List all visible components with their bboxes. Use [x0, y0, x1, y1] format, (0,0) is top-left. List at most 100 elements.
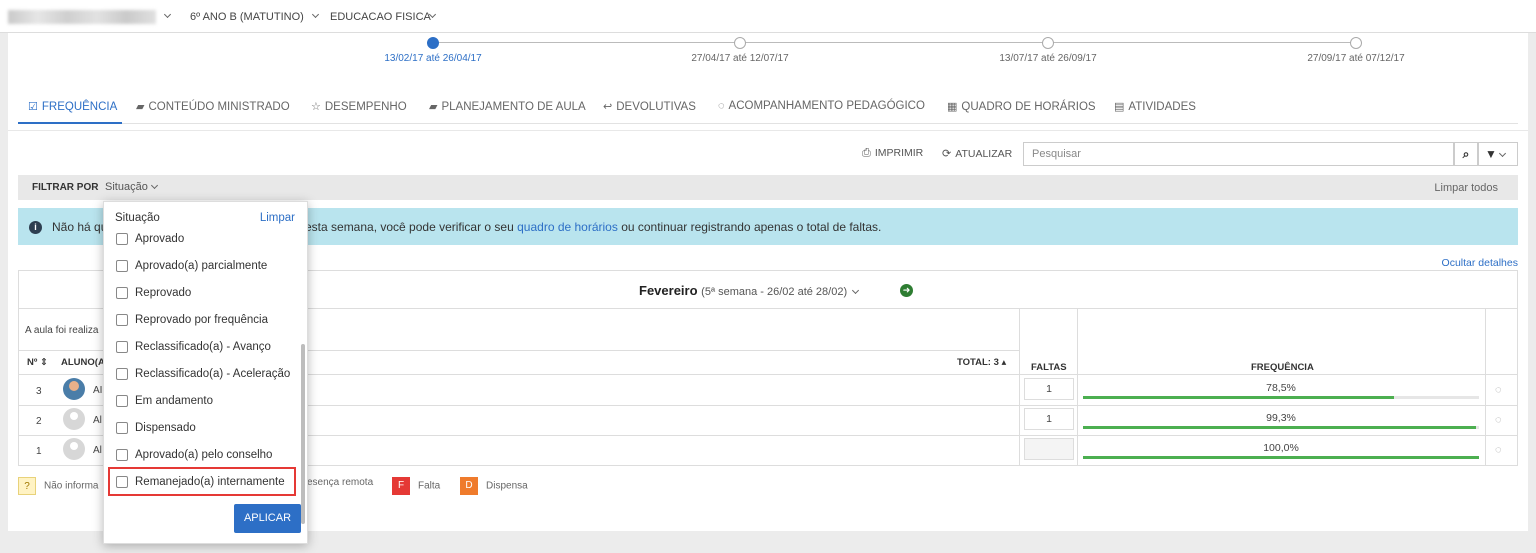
- month-selector[interactable]: Fevereiro (5ª semana - 26/02 até 28/02): [639, 283, 864, 298]
- sort-icon: ⇕: [39, 357, 48, 368]
- search-icon: ⌕: [1462, 147, 1470, 161]
- column-student[interactable]: ALUNO(A: [61, 357, 105, 368]
- frequency-value: 100,0%: [1263, 442, 1299, 454]
- print-button[interactable]: ⎙ IMPRIMIR: [862, 147, 923, 160]
- timeline-label-4[interactable]: 27/09/17 até 07/12/17: [1307, 53, 1404, 64]
- subject-select[interactable]: EDUCACAO FISICA: [330, 11, 431, 23]
- checkbox[interactable]: [116, 449, 128, 461]
- frequency-bar-fill: [1083, 396, 1394, 399]
- comment-icon[interactable]: ◌: [1495, 384, 1502, 396]
- option-label: Aprovado(a) pelo conselho: [135, 449, 273, 462]
- chevron-down-icon[interactable]: [163, 10, 172, 19]
- checkbox[interactable]: [116, 233, 128, 245]
- chevron-down-icon[interactable]: [311, 10, 320, 19]
- option-aprovado-parcialmente[interactable]: Aprovado(a) parcialmente: [116, 260, 267, 280]
- class-select[interactable]: 6º ANO B (MATUTINO): [190, 11, 304, 23]
- option-reprovado-frequencia[interactable]: Reprovado por frequência: [116, 314, 268, 334]
- tab-planejamento[interactable]: ▰ PLANEJAMENTO DE AULA: [429, 100, 586, 113]
- situation-filter-toggle[interactable]: Situação: [105, 181, 163, 193]
- tab-quadro-horarios[interactable]: ▦ QUADRO DE HORÁRIOS: [947, 100, 1096, 113]
- legend-remote: esença remota: [307, 477, 373, 488]
- column-frequencia: FREQUÊNCIA: [1251, 362, 1314, 373]
- search-button[interactable]: ⌕: [1454, 142, 1478, 166]
- checkbox[interactable]: [116, 422, 128, 434]
- legend-label: Falta: [418, 480, 441, 492]
- option-label: Aprovado(a) parcialmente: [135, 260, 268, 273]
- timeline-dot-2[interactable]: [734, 37, 746, 49]
- option-aprovado[interactable]: Aprovado: [116, 233, 184, 253]
- tab-conteudo-ministrado[interactable]: ▰ CONTEÚDO MINISTRADO: [136, 100, 290, 113]
- file-icon: ▤: [1114, 101, 1125, 113]
- option-dispensado[interactable]: Dispensado: [116, 422, 196, 442]
- student-name[interactable]: Al: [93, 415, 102, 426]
- student-name[interactable]: Al: [93, 445, 102, 456]
- absences-input[interactable]: 1: [1024, 378, 1074, 400]
- arrow-right-circle-icon[interactable]: ➜: [900, 284, 913, 297]
- comment-icon[interactable]: ◌: [1495, 414, 1502, 426]
- tab-atividades[interactable]: ▤ ATIVIDADES: [1114, 100, 1196, 113]
- timeline-label-3[interactable]: 13/07/17 até 26/09/17: [999, 53, 1096, 64]
- legend-label: esença remota: [307, 477, 374, 488]
- absences-input[interactable]: [1024, 438, 1074, 460]
- legend-not-informed: ? Não informa: [18, 477, 98, 495]
- timeline-dot-4[interactable]: [1350, 37, 1362, 49]
- book-icon: ▰: [136, 101, 145, 113]
- column-number[interactable]: Nº ⇕: [27, 357, 48, 368]
- schedule-link[interactable]: quadro de horários: [517, 220, 618, 234]
- filter-menu-button[interactable]: ▼: [1478, 142, 1518, 166]
- tab-desempenho[interactable]: ☆ DESEMPENHO: [311, 100, 407, 113]
- timeline-dot-1[interactable]: [427, 37, 439, 49]
- timeline-label-1[interactable]: 13/02/17 até 26/04/17: [384, 53, 481, 64]
- option-label: Reclassificado(a) - Aceleração: [135, 368, 291, 381]
- legend-exempt: D Dispensa: [460, 477, 528, 495]
- hide-details-link[interactable]: Ocultar detalhes: [1442, 257, 1518, 269]
- avatar: [63, 408, 85, 430]
- student-name[interactable]: AI: [93, 385, 102, 396]
- checkbox[interactable]: [116, 260, 128, 272]
- legend-label: Não informa: [44, 480, 99, 492]
- option-aprovado-conselho[interactable]: Aprovado(a) pelo conselho: [116, 449, 272, 469]
- frequency-bar-fill: [1083, 426, 1477, 429]
- option-em-andamento[interactable]: Em andamento: [116, 395, 213, 415]
- refresh-label: ATUALIZAR: [955, 148, 1013, 160]
- checkbox[interactable]: [116, 287, 128, 299]
- dropdown-clear-link[interactable]: Limpar: [260, 212, 295, 224]
- situation-dropdown: Situação Limpar Aprovado Aprovado(a) par…: [103, 201, 308, 544]
- tab-label: ATIVIDADES: [1128, 101, 1196, 113]
- search-input[interactable]: Pesquisar: [1023, 142, 1454, 166]
- option-reclassificado-aceleracao[interactable]: Reclassificado(a) - Aceleração: [116, 368, 290, 388]
- option-reclassificado-avanco[interactable]: Reclassificado(a) - Avanço: [116, 341, 271, 361]
- absences-input[interactable]: 1: [1024, 408, 1074, 430]
- avatar: [63, 378, 85, 400]
- timeline-label-2[interactable]: 27/04/17 até 12/07/17: [691, 53, 788, 64]
- frequency-bar: [1083, 426, 1479, 429]
- comment-icon[interactable]: ◌: [1495, 444, 1502, 456]
- tab-label: FREQUÊNCIA: [41, 101, 118, 113]
- checkbox[interactable]: [116, 314, 128, 326]
- checkbox[interactable]: [116, 341, 128, 353]
- timeline-dot-3[interactable]: [1042, 37, 1054, 49]
- clear-all-filters[interactable]: Limpar todos: [1434, 182, 1498, 194]
- checkbox[interactable]: [116, 368, 128, 380]
- dropdown-scrollbar[interactable]: [301, 344, 305, 524]
- month-name: Fevereiro: [639, 283, 698, 298]
- option-reprovado[interactable]: Reprovado: [116, 287, 191, 307]
- info-text-before: esta semana, você pode verificar o seu: [305, 220, 518, 234]
- refresh-button[interactable]: ⟳ ATUALIZAR: [942, 147, 1012, 160]
- col-n-label: Nº: [27, 357, 38, 368]
- tab-label: DESEMPENHO: [324, 101, 407, 113]
- option-label: Dispensado: [135, 422, 196, 435]
- refresh-icon: ⟳: [942, 148, 952, 160]
- tab-acompanhamento[interactable]: ◌ ACOMPANHAMENTO PEDAGÓGICO: [718, 100, 925, 112]
- legend-d-icon: D: [460, 477, 478, 495]
- option-label: Reprovado por frequência: [135, 314, 268, 327]
- tab-label: ACOMPANHAMENTO PEDAGÓGICO: [728, 100, 925, 112]
- frequency-bar: [1083, 456, 1479, 459]
- frequency-value: 78,5%: [1266, 382, 1296, 394]
- tab-devolutivas[interactable]: ↩ DEVOLUTIVAS: [603, 100, 696, 113]
- tab-frequencia[interactable]: ☑ FREQUÊNCIA: [28, 100, 117, 113]
- tab-label: PLANEJAMENTO DE AULA: [441, 101, 586, 113]
- checkbox[interactable]: [116, 395, 128, 407]
- legend-f-icon: F: [392, 477, 410, 495]
- apply-button[interactable]: APLICAR: [234, 504, 301, 533]
